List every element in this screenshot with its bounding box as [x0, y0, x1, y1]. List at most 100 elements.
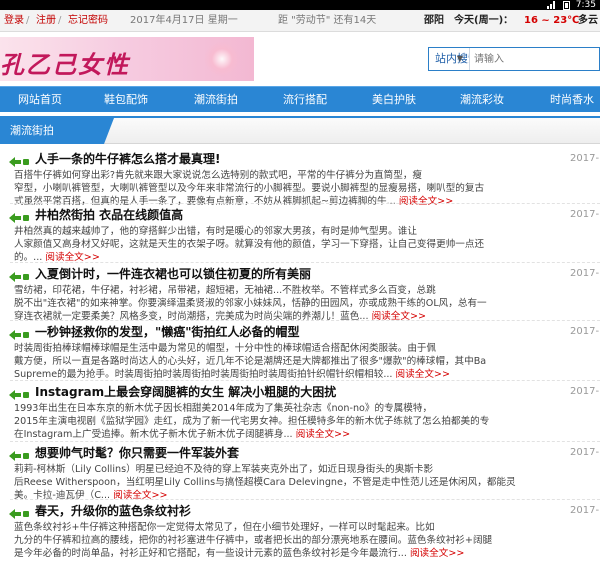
- weather-city: 邵阳: [424, 15, 444, 26]
- holiday-countdown: 距 "劳动节" 还有14天: [278, 15, 377, 26]
- arrow-icon: [8, 153, 30, 167]
- status-time: 7:35: [575, 0, 596, 10]
- summary-text: 百搭牛仔裤如何穿出彩?肯先就来跟大家说说怎么选特别的款式吧，平常的牛仔裤分为直筒…: [14, 170, 423, 181]
- arrow-icon: [8, 505, 30, 519]
- summary-text: 戴方便，所以一直是各路时尚达人的心头好，近几年不论是潮牌还是大牌都推出了很多"爆…: [14, 356, 487, 367]
- battery-icon: [562, 0, 570, 10]
- article-date: 2017-: [570, 268, 600, 279]
- article-title[interactable]: 想要帅气时髦？你只需要一件军装外套: [35, 445, 239, 461]
- article-title[interactable]: 春天，升级你的蓝色条纹衬衫: [35, 503, 191, 519]
- nav-item-home[interactable]: 网站首页: [18, 87, 62, 112]
- summary-line: 戴方便，所以一直是各路时尚达人的心头好，近几年不论是潮牌还是大牌都推出了很多"爆…: [14, 355, 600, 368]
- summary-text: 井柏然真的越来越帅了，他的穿搭鲜少出错，有时是暖心的邻家大男孩，有时是帅气型男。…: [14, 226, 417, 237]
- nav-item-makeup[interactable]: 潮流彩妆: [460, 87, 504, 112]
- article-date: 2017-: [570, 209, 600, 220]
- article-item: 入夏倒计时，一件连衣裙也可以锁住初夏的所有美丽 2017- 雪纺裙，印花裙，牛仔裙，…: [0, 266, 600, 324]
- summary-line: 1993年出生在日本东京的新木优子因长相甜美2014年成为了集英社杂志《non-…: [14, 402, 600, 415]
- article-item: 春天，升级你的蓝色条纹衬衫 2017- 蓝色条纹衬衫+牛仔裤这种搭配你一定觉得太常见…: [0, 503, 600, 561]
- article-summary: 雪纺裙，印花裙，牛仔裙，衬衫裙，吊带裙，超短裙，无袖裙...不胜枚举。不管样式多…: [14, 284, 600, 323]
- summary-text: 式虽然平常百搭，但真的是人手一条了，要像有点新意，不妨从裤脚抓起~剪边裤脚的牛.…: [14, 196, 396, 207]
- chevron-down-icon: ▼: [456, 54, 463, 63]
- summary-text: 人家颜值又高身材又好呢，这就是天生的衣架子呀。就算没有他的颜值，学习一下穿搭，让…: [14, 239, 485, 250]
- status-bar: 7:35: [0, 0, 600, 10]
- summary-line: 时装周街拍棒球帽棒球帽是生活中最为常见的帽型，十分中性的棒球帽适合搭配休闲类服装…: [14, 342, 600, 355]
- section-title: 潮流街拍: [0, 118, 114, 144]
- article-divider: [10, 380, 600, 381]
- site-search: 站内搜索(标题) ▼: [428, 47, 600, 71]
- weather-description: 多云: [578, 15, 598, 26]
- read-more-link[interactable]: 阅读全文>>: [410, 548, 464, 559]
- summary-line: 井柏然真的越来越帅了，他的穿搭鲜少出错，有时是暖心的邻家大男孩，有时是帅气型男。…: [14, 225, 600, 238]
- article-item: 想要帅气时髦？你只需要一件军装外套 2017- 莉莉-柯林斯（Lily Collin…: [0, 445, 600, 503]
- article-summary: 井柏然真的越来越帅了，他的穿搭鲜少出错，有时是暖心的邻家大男孩，有时是帅气型男。…: [14, 225, 600, 264]
- summary-line: 蓝色条纹衬衫+牛仔裤这种搭配你一定觉得太常见了，但在小细节处理好，一样可以时髦起…: [14, 521, 600, 534]
- article-summary: 莉莉-柯林斯（Lily Collins）明星已经迫不及待的穿上军装夹克外出了，如…: [14, 463, 600, 502]
- top-bar: 登录 / 注册 / 忘记密码 2017年4月17日 星期一 距 "劳动节" 还有…: [0, 10, 600, 32]
- read-more-link[interactable]: 阅读全文>>: [296, 429, 350, 440]
- search-scope-select[interactable]: 站内搜索(标题) ▼: [429, 48, 470, 70]
- nav-item-bags[interactable]: 鞋包配饰: [104, 87, 148, 112]
- summary-text: 脱不出"连衣裙"的如来神掌。你要演绎温柔贤淑的邻家小妹妹风，恬静的田园风，亦或成…: [14, 298, 487, 309]
- nav-item-skincare[interactable]: 美白护肤: [372, 87, 416, 112]
- summary-text: 2015年主演电视剧《监狱学园》走红，成为了新一代宅男女神。担任模特多年的新木优…: [14, 416, 490, 427]
- nav-item-street-snap[interactable]: 潮流街拍: [194, 87, 238, 112]
- nav-item-perfume[interactable]: 时尚香水: [550, 87, 594, 112]
- register-link[interactable]: 注册: [36, 10, 56, 31]
- summary-line: 在Instagram上广受追捧。新木优子新木优子新木优子阔腿裤身... 阅读全文…: [14, 428, 600, 441]
- signal-icon: [546, 1, 557, 9]
- flower-icon: [204, 41, 240, 77]
- summary-text: Supreme的最为抢手。时装周街拍时装周街拍时装周街拍时装周街拍针织帽针织帽相…: [14, 369, 393, 380]
- article-title[interactable]: 一秒钟拯救你的发型，"懒癌"街拍红人必备的帽型: [35, 324, 300, 340]
- separator: /: [58, 15, 62, 26]
- summary-line: 窄型，小喇叭裤管型，大喇叭裤管型以及今年来非常流行的小脚裤型。要说小脚裤型的显瘦…: [14, 182, 600, 195]
- article-summary: 蓝色条纹衬衫+牛仔裤这种搭配你一定觉得太常见了，但在小细节处理好，一样可以时髦起…: [14, 521, 600, 560]
- summary-line: 是今年必备的时尚单品，衬衫正好和它搭配，有一些设计元素的蓝色条纹衬衫是今年最流行…: [14, 547, 600, 560]
- weather-temperature: 16 ~ 23℃: [524, 15, 580, 26]
- arrow-icon: [8, 209, 30, 223]
- article-date: 2017-: [570, 505, 600, 516]
- article-date: 2017-: [570, 386, 600, 397]
- summary-line: 人家颜值又高身材又好呢，这就是天生的衣架子呀。就算没有他的颜值，学习一下穿搭，让…: [14, 238, 600, 251]
- nav-item-matching[interactable]: 流行搭配: [283, 87, 327, 112]
- article-title[interactable]: Instagram上最会穿阔腿裤的女生 解决小粗腿的大困扰: [35, 384, 336, 400]
- site-logo[interactable]: 孔乙己女性: [0, 37, 254, 81]
- article-item: 井柏然街拍 衣品在线颜值高 2017- 井柏然真的越来越帅了，他的穿搭鲜少出错，有时…: [0, 207, 600, 265]
- summary-line: 2015年主演电视剧《监狱学园》走红，成为了新一代宅男女神。担任模特多年的新木优…: [14, 415, 600, 428]
- summary-text: 蓝色条纹衬衫+牛仔裤这种搭配你一定觉得太常见了，但在小细节处理好，一样可以时髦起…: [14, 522, 435, 533]
- article-divider: [10, 203, 600, 204]
- summary-line: 脱不出"连衣裙"的如来神掌。你要演绎温柔贤淑的邻家小妹妹风，恬静的田园风，亦或成…: [14, 297, 600, 310]
- article-summary: 时装周街拍棒球帽棒球帽是生活中最为常见的帽型，十分中性的棒球帽适合搭配休闲类服装…: [14, 342, 600, 381]
- main-nav: 网站首页 鞋包配饰 潮流街拍 流行搭配 美白护肤 潮流彩妆 时尚香水: [0, 86, 600, 112]
- section-header: 潮流街拍: [0, 118, 600, 144]
- article-divider: [10, 262, 600, 263]
- search-input[interactable]: [470, 48, 599, 70]
- street-snap-section: 潮流街拍 人手一条的牛仔裤怎么搭才最真理! 2017- 百搭牛仔裤如何穿出彩?肯先就…: [0, 116, 600, 566]
- logo-text: 孔乙己女性: [0, 50, 130, 79]
- summary-text: 九分的牛仔裤和拉高的腰线，把你的衬衫塞进牛仔裤中，或者把长出的部分漂亮地系在腰间…: [14, 535, 493, 546]
- article-item: 人手一条的牛仔裤怎么搭才最真理! 2017- 百搭牛仔裤如何穿出彩?肯先就来跟大家说…: [0, 151, 600, 209]
- summary-text: 雪纺裙，印花裙，牛仔裙，衬衫裙，吊带裙，超短裙，无袖裙...不胜枚举。不管样式多…: [14, 285, 436, 296]
- article-divider: [10, 499, 600, 500]
- article-item: Instagram上最会穿阔腿裤的女生 解决小粗腿的大困扰 2017- 1993年出…: [0, 384, 600, 442]
- arrow-icon: [8, 447, 30, 461]
- article-item: 一秒钟拯救你的发型，"懒癌"街拍红人必备的帽型 2017- 时装周街拍棒球帽棒球帽是…: [0, 324, 600, 382]
- arrow-icon: [8, 386, 30, 400]
- read-more-link[interactable]: 阅读全文>>: [399, 196, 453, 207]
- weather-day: 今天(周一)：: [454, 15, 514, 26]
- summary-text: 后Reese Witherspoon，当红明星Lily Collins与搞怪超模…: [14, 477, 516, 488]
- summary-line: 后Reese Witherspoon，当红明星Lily Collins与搞怪超模…: [14, 476, 600, 489]
- arrow-icon: [8, 268, 30, 282]
- read-more-link[interactable]: 阅读全文>>: [396, 369, 450, 380]
- login-link[interactable]: 登录: [4, 10, 24, 31]
- summary-line: 穿连衣裙就一定要柔美？风格多变，时尚潮搭，完美成为时尚尖端的养潮儿！蓝色... …: [14, 310, 600, 323]
- article-title[interactable]: 入夏倒计时，一件连衣裙也可以锁住初夏的所有美丽: [35, 266, 311, 282]
- forgot-password-link[interactable]: 忘记密码: [68, 10, 108, 31]
- summary-line: 美。卡拉-迪瓦伊（C... 阅读全文>>: [14, 489, 600, 502]
- article-title[interactable]: 井柏然街拍 衣品在线颜值高: [35, 207, 183, 223]
- article-title[interactable]: 人手一条的牛仔裤怎么搭才最真理!: [35, 151, 220, 167]
- header: 孔乙己女性 站内搜索(标题) ▼: [0, 33, 600, 85]
- summary-text: 莉莉-柯林斯（Lily Collins）明星已经迫不及待的穿上军装夹克外出了，如…: [14, 464, 434, 475]
- summary-text: 时装周街拍棒球帽棒球帽是生活中最为常见的帽型，十分中性的棒球帽适合搭配休闲类服装…: [14, 343, 437, 354]
- article-divider: [10, 320, 600, 321]
- summary-text: 窄型，小喇叭裤管型，大喇叭裤管型以及今年来非常流行的小脚裤型。要说小脚裤型的显瘦…: [14, 183, 485, 194]
